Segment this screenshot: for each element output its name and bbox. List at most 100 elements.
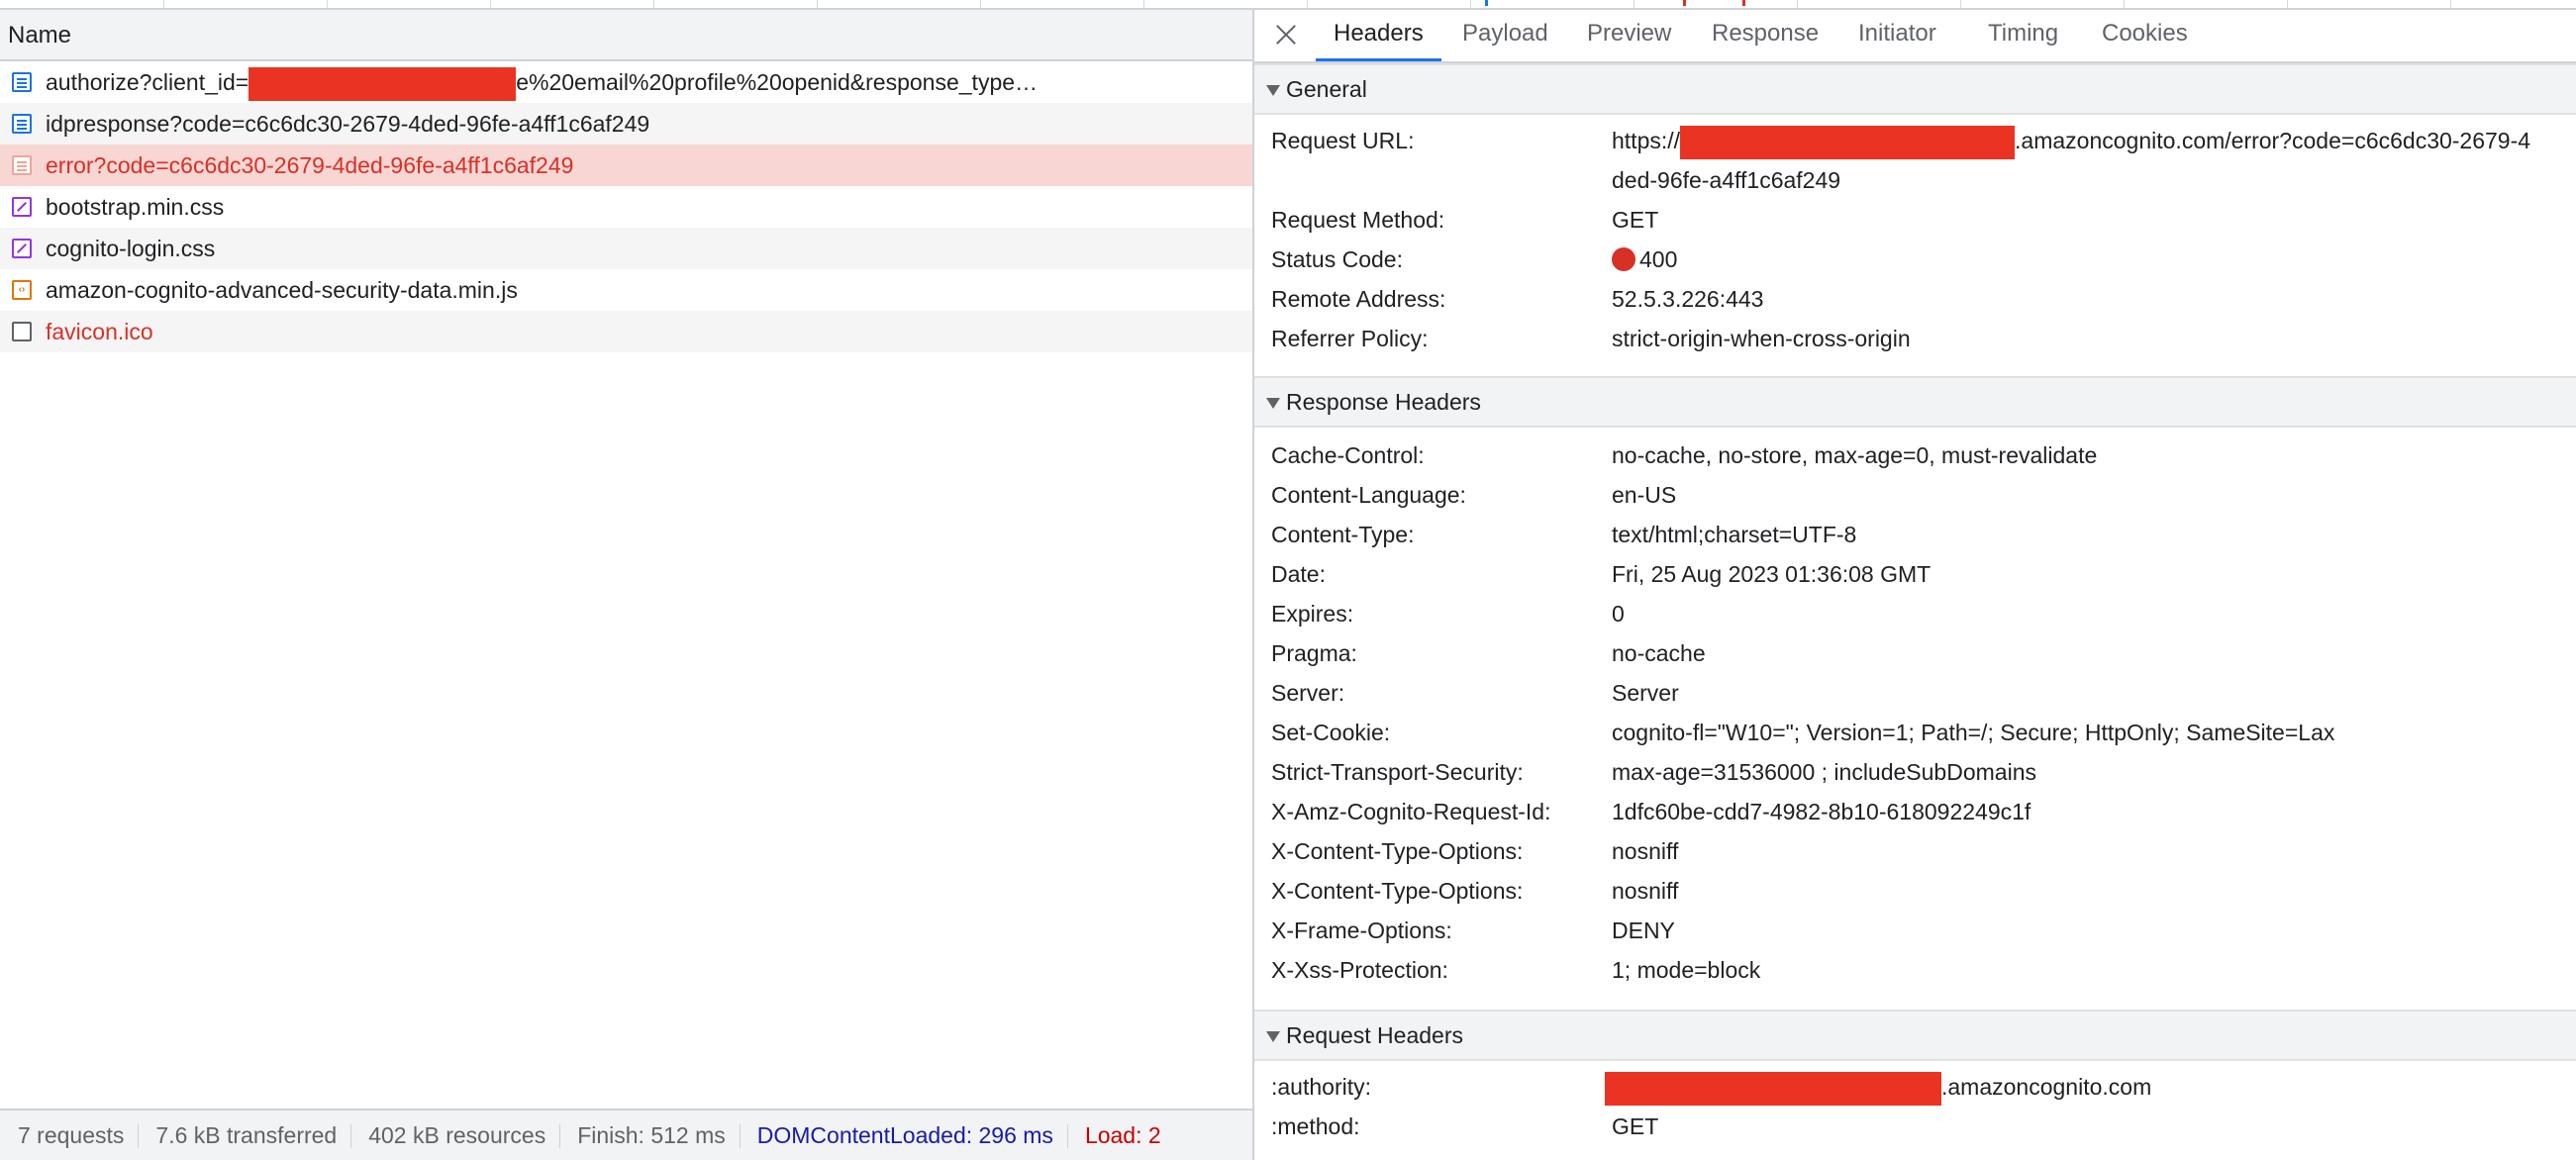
tab-cookies[interactable]: Cookies	[2084, 10, 2206, 61]
header-value[interactable]: 1dfc60be-cdd7-4982-8b10-618092249c1f	[1612, 792, 2031, 831]
header-value[interactable]: https:// .amazoncognito.com/error?code=c6…	[1612, 121, 2530, 160]
script-icon: ‹›	[12, 280, 32, 300]
header-key: :method:	[1271, 1113, 1360, 1139]
request-row-security-js[interactable]: ‹› amazon-cognito-advanced-security-data…	[0, 269, 1252, 311]
timeline-tick	[1797, 0, 1798, 8]
request-list: authorize?client_id= e%20email%20profile%…	[0, 61, 1252, 352]
header-key: Date:	[1271, 561, 1326, 587]
request-row-cognito-login-css[interactable]: cognito-login.css	[0, 228, 1252, 269]
header-value[interactable]: en-US	[1612, 475, 1676, 515]
timeline-tick	[1960, 0, 1961, 8]
network-summary-bar: 7 requests 7.6 kB transferred 402 kB resou…	[0, 1109, 1252, 1160]
request-list-panel: Name authorize?client_id= e%20email%20pro…	[0, 10, 1252, 1160]
timeline-tick	[980, 0, 981, 8]
response-headers-section-header[interactable]: Response Headers	[1254, 376, 2576, 428]
response-header-row: X-Xss-Protection: 1; mode=block	[1254, 950, 2576, 990]
request-count: 7 requests	[18, 1122, 125, 1148]
response-header-row: Expires: 0	[1254, 594, 2576, 633]
header-value[interactable]: Server	[1612, 673, 1679, 713]
other-file-icon	[12, 322, 32, 341]
header-key: X-Xss-Protection:	[1271, 957, 1448, 983]
request-name: error?code=c6c6dc30-2679-4ded-96fe-a4ff1…	[46, 152, 574, 178]
tab-payload[interactable]: Payload	[1444, 10, 1566, 61]
request-row-authorize[interactable]: authorize?client_id= e%20email%20profile%…	[0, 61, 1252, 103]
request-name: idpresponse?code=c6c6dc30-2679-4ded-96fe…	[46, 111, 650, 137]
timeline-marker-load	[1742, 0, 1745, 6]
request-name: cognito-login.css	[46, 236, 216, 261]
request-row-idpresponse[interactable]: idpresponse?code=c6c6dc30-2679-4ded-96fe…	[0, 103, 1252, 145]
header-key: X-Content-Type-Options:	[1271, 838, 1524, 864]
tab-preview[interactable]: Preview	[1569, 10, 1689, 61]
method-row: :method: GET	[1254, 1107, 2576, 1146]
url-prefix: https://	[1612, 128, 1681, 153]
header-value[interactable]: ded-96fe-a4ff1c6af249	[1612, 160, 1840, 200]
header-value[interactable]: DENY	[1612, 911, 1675, 950]
details-tab-bar: Headers Payload Preview Response Initiat…	[1254, 10, 2576, 63]
header-value[interactable]: Fri, 25 Aug 2023 01:36:08 GMT	[1612, 554, 1931, 594]
header-value[interactable]: no-cache, no-store, max-age=0, must-reva…	[1612, 435, 2097, 475]
timeline-strip	[0, 0, 2576, 10]
response-header-row: Content-Type: text/html;charset=UTF-8	[1254, 515, 2576, 554]
header-value[interactable]: nosniff	[1612, 871, 1678, 911]
header-value[interactable]: 0	[1612, 594, 1625, 633]
collapse-triangle-icon	[1266, 398, 1280, 409]
tab-timing[interactable]: Timing	[1970, 10, 2076, 61]
tab-response[interactable]: Response	[1694, 10, 1836, 61]
timeline-tick	[2450, 0, 2451, 8]
timeline-tick	[2287, 0, 2288, 8]
response-header-row: Server: Server	[1254, 673, 2576, 713]
response-header-row: Content-Language: en-US	[1254, 475, 2576, 515]
tab-headers[interactable]: Headers	[1316, 10, 1441, 61]
header-key: Status Code:	[1271, 246, 1403, 272]
collapse-triangle-icon	[1266, 1031, 1280, 1042]
request-row-error[interactable]: error?code=c6c6dc30-2679-4ded-96fe-a4ff1…	[0, 145, 1252, 186]
header-value[interactable]: .amazoncognito.com	[1605, 1067, 2151, 1107]
response-header-row: Date: Fri, 25 Aug 2023 01:36:08 GMT	[1254, 554, 2576, 594]
header-key: Content-Type:	[1271, 522, 1415, 547]
timeline-tick	[490, 0, 491, 8]
header-value[interactable]: strict-origin-when-cross-origin	[1612, 319, 1911, 358]
request-details-panel: Headers Payload Preview Response Initiat…	[1254, 10, 2576, 1160]
header-key: Request Method:	[1271, 207, 1445, 233]
name-column-header[interactable]: Name	[0, 10, 1252, 61]
timeline-tick	[1143, 0, 1144, 8]
header-value[interactable]: 1; mode=block	[1612, 950, 1760, 990]
header-value[interactable]: GET	[1612, 200, 1658, 240]
header-value[interactable]: max-age=31536000 ; includeSubDomains	[1612, 752, 2036, 792]
section-title: Request Headers	[1286, 1022, 1463, 1048]
header-value[interactable]: no-cache	[1612, 633, 1706, 673]
header-key: X-Frame-Options:	[1271, 918, 1452, 943]
section-title: General	[1286, 76, 1367, 102]
header-value[interactable]: GET	[1612, 1107, 1658, 1146]
finish-time: Finish: 512 ms	[559, 1111, 740, 1160]
redacted-block	[248, 66, 517, 101]
header-value[interactable]: nosniff	[1612, 831, 1678, 871]
timeline-tick	[1307, 0, 1308, 8]
request-url-continued-row: ded-96fe-a4ff1c6af249	[1254, 160, 2576, 200]
header-value[interactable]: 52.5.3.226:443	[1612, 279, 1763, 319]
general-section-header[interactable]: General	[1254, 63, 2576, 115]
timeline-tick	[817, 0, 818, 8]
tab-initiator[interactable]: Initiator	[1840, 10, 1954, 61]
authority-row: :authority: .amazoncognito.com	[1254, 1067, 2576, 1107]
timeline-tick	[1470, 0, 1471, 8]
request-row-bootstrap-css[interactable]: bootstrap.min.css	[0, 186, 1252, 228]
request-headers-section-header[interactable]: Request Headers	[1254, 1010, 2576, 1061]
response-header-row: X-Content-Type-Options: nosniff	[1254, 871, 2576, 911]
response-header-row: Set-Cookie: cognito-fl="W10="; Version=1…	[1254, 713, 2576, 752]
header-value[interactable]: 400	[1612, 240, 1677, 279]
header-key: Referrer Policy:	[1271, 326, 1429, 351]
request-name: amazon-cognito-advanced-security-data.mi…	[46, 277, 518, 303]
remote-address-row: Remote Address: 52.5.3.226:443	[1254, 279, 2576, 319]
request-row-favicon[interactable]: favicon.ico	[0, 311, 1252, 352]
request-url-row: Request URL: https:// .amazoncognito.com/…	[1254, 121, 2576, 160]
timeline-tick	[1634, 0, 1635, 8]
header-key: X-Content-Type-Options:	[1271, 878, 1524, 904]
header-value[interactable]: text/html;charset=UTF-8	[1612, 515, 1856, 554]
header-value[interactable]: cognito-fl="W10="; Version=1; Path=/; Se…	[1612, 713, 2334, 752]
load-time: Load: 2	[1066, 1111, 1175, 1160]
error-status-dot-icon	[1612, 247, 1635, 271]
close-icon[interactable]	[1272, 21, 1300, 48]
stylesheet-icon	[12, 239, 32, 258]
response-header-row: Strict-Transport-Security: max-age=31536…	[1254, 752, 2576, 792]
